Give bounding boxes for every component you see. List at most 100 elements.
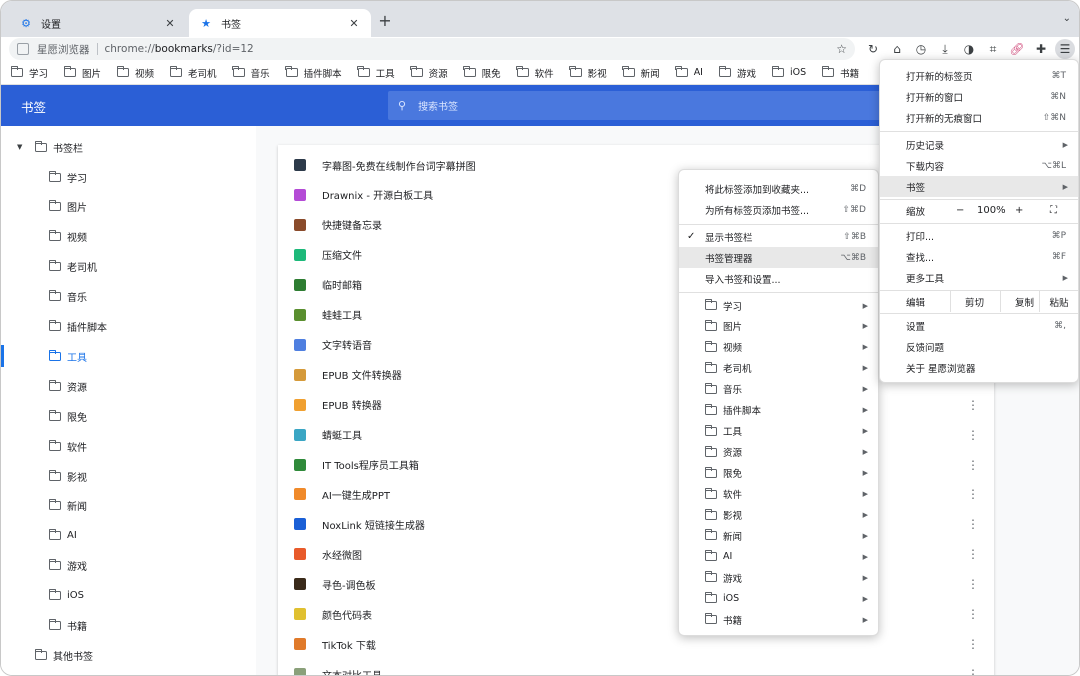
tree-folder[interactable]: iOS	[48, 585, 84, 607]
zoom-in-button[interactable]: +	[1015, 205, 1023, 216]
download-icon[interactable]: ⤓	[933, 39, 957, 59]
submenu-folder-item[interactable]: 书籍 ▶	[679, 609, 878, 630]
theme-icon[interactable]: ◑	[957, 39, 981, 59]
tree-folder[interactable]: 新闻	[48, 495, 87, 517]
more-actions-icon[interactable]: ⋮	[966, 548, 980, 560]
bookmark-row[interactable]: 水经微图 ⋮	[278, 539, 994, 569]
tree-folder[interactable]: 学习	[48, 166, 87, 188]
bookmark-bar-folder[interactable]: 软件	[516, 66, 554, 80]
feedback-item[interactable]: 反馈问题	[880, 336, 1078, 357]
tree-folder[interactable]: 工具	[48, 345, 87, 367]
bookmark-bar-folder[interactable]: 游戏	[718, 66, 756, 80]
bookmark-bar-folder[interactable]: 限免	[463, 66, 501, 80]
tree-folder[interactable]: 插件脚本	[48, 316, 107, 338]
submenu-folder-item[interactable]: 图片 ▶	[679, 316, 878, 337]
bookmark-star-icon[interactable]: ☆	[836, 42, 847, 56]
settings-item[interactable]: 设置 ⌘,	[880, 315, 1078, 336]
bookmark-row[interactable]: IT Tools程序员工具箱 ⋮	[278, 450, 994, 480]
tree-other-bookmarks[interactable]: 其他书签	[34, 644, 93, 666]
bookmark-row[interactable]: NoxLink 短链接生成器 ⋮	[278, 509, 994, 539]
tree-folder[interactable]: 游戏	[48, 555, 87, 577]
downloads-item[interactable]: 下载内容 ⌥⌘L	[880, 155, 1078, 176]
fullscreen-icon[interactable]: ⛶	[1050, 205, 1057, 216]
submenu-folder-item[interactable]: 资源 ▶	[679, 442, 878, 463]
bookmark-row[interactable]: 文本对比工具 ⋮	[278, 659, 994, 675]
submenu-folder-item[interactable]: 学习 ▶	[679, 295, 878, 316]
bookmark-bar-folder[interactable]: 工具	[357, 66, 395, 80]
more-actions-icon[interactable]: ⋮	[966, 459, 980, 471]
tree-folder[interactable]: 书籍	[48, 615, 87, 637]
submenu-folder-item[interactable]: 游戏 ▶	[679, 567, 878, 588]
bookmark-row[interactable]: 颜色代码表 ⋮	[278, 599, 994, 629]
paste-button[interactable]: 粘贴	[1039, 291, 1078, 312]
cut-button[interactable]: 剪切	[950, 291, 998, 312]
bookmark-row[interactable]: 蜻蜓工具 ⋮	[278, 420, 994, 450]
bookmark-bar-folder[interactable]: 学习	[10, 66, 48, 80]
find-item[interactable]: 查找... ⌘F	[880, 246, 1078, 267]
bookmark-manager-item[interactable]: 书签管理器 ⌥⌘B	[679, 247, 878, 268]
show-bookmarks-bar-item[interactable]: ✓ 显示书签栏 ⇧⌘B	[679, 226, 878, 247]
new-window-item[interactable]: 打开新的窗口 ⌘N	[880, 86, 1078, 107]
tree-folder[interactable]: 图片	[48, 196, 87, 218]
close-icon[interactable]: ✕	[347, 17, 361, 30]
home-icon[interactable]: ⌂	[885, 39, 909, 59]
close-icon[interactable]: ✕	[163, 17, 177, 30]
more-actions-icon[interactable]: ⋮	[966, 518, 980, 530]
caret-down-icon[interactable]: ▼	[17, 143, 27, 151]
link-icon[interactable]: 🔗︎	[1005, 39, 1029, 59]
menu-icon[interactable]: ☰	[1055, 39, 1075, 59]
bookmark-all-tabs-item[interactable]: 为所有标签页添加书签... ⇧⌘D	[679, 199, 878, 220]
bookmark-bar-folder[interactable]: 书籍	[821, 66, 859, 80]
tree-folder[interactable]: 限免	[48, 405, 87, 427]
tree-root-bookmarks-bar[interactable]: ▼ 书签栏	[17, 136, 83, 158]
tab-bookmarks[interactable]: ★ 书签 ✕	[189, 9, 371, 37]
tree-folder[interactable]: 音乐	[48, 286, 87, 308]
bookmark-row[interactable]: EPUB 转换器 ⋮	[278, 390, 994, 420]
bookmark-bar-folder[interactable]: 新闻	[622, 66, 660, 80]
bookmark-bar-folder[interactable]: 资源	[410, 66, 448, 80]
tree-folder[interactable]: 老司机	[48, 256, 97, 278]
submenu-folder-item[interactable]: 影视 ▶	[679, 505, 878, 526]
history-icon[interactable]: ◷	[909, 39, 933, 59]
tree-folder[interactable]: AI	[48, 525, 77, 547]
extensions-icon[interactable]: ✚	[1029, 39, 1053, 59]
submenu-folder-item[interactable]: 视频 ▶	[679, 337, 878, 358]
bookmark-bar-folder[interactable]: 音乐	[232, 66, 270, 80]
search-input[interactable]: ⚲ 搜索书签	[388, 91, 888, 120]
more-actions-icon[interactable]: ⋮	[966, 668, 980, 675]
more-actions-icon[interactable]: ⋮	[966, 608, 980, 620]
submenu-folder-item[interactable]: 软件 ▶	[679, 484, 878, 505]
tab-settings[interactable]: ⚙ 设置 ✕	[9, 9, 187, 37]
submenu-folder-item[interactable]: AI ▶	[679, 546, 878, 567]
more-actions-icon[interactable]: ⋮	[966, 488, 980, 500]
zoom-out-button[interactable]: −	[956, 205, 964, 216]
more-tools-item[interactable]: 更多工具 ▶	[880, 267, 1078, 288]
more-actions-icon[interactable]: ⋮	[966, 399, 980, 411]
more-actions-icon[interactable]: ⋮	[966, 429, 980, 441]
add-bookmark-item[interactable]: 将此标签添加到收藏夹... ⌘D	[679, 178, 878, 199]
submenu-folder-item[interactable]: 工具 ▶	[679, 421, 878, 442]
import-bookmarks-item[interactable]: 导入书签和设置...	[679, 268, 878, 289]
history-item[interactable]: 历史记录 ▶	[880, 134, 1078, 155]
chevron-down-icon[interactable]: ⌄	[1063, 13, 1071, 24]
new-tab-button[interactable]: +	[375, 11, 395, 31]
tree-folder[interactable]: 视频	[48, 226, 87, 248]
submenu-folder-item[interactable]: 插件脚本 ▶	[679, 400, 878, 421]
address-bar[interactable]: 星愿浏览器 chrome:// bookmarks /?id=12 ☆	[9, 38, 855, 60]
tree-folder[interactable]: 软件	[48, 435, 87, 457]
bookmark-row[interactable]: TikTok 下载 ⋮	[278, 629, 994, 659]
bookmark-row[interactable]: 寻色-调色板 ⋮	[278, 569, 994, 599]
tree-folder[interactable]: 资源	[48, 375, 87, 397]
submenu-folder-item[interactable]: 新闻 ▶	[679, 525, 878, 546]
bookmark-bar-folder[interactable]: AI	[675, 66, 703, 78]
bookmark-bar-folder[interactable]: 视频	[116, 66, 154, 80]
submenu-folder-item[interactable]: iOS ▶	[679, 588, 878, 609]
tree-folder[interactable]: 影视	[48, 465, 87, 487]
crop-icon[interactable]: ⌗	[981, 39, 1005, 59]
bookmark-bar-folder[interactable]: 插件脚本	[285, 66, 342, 80]
about-item[interactable]: 关于 星愿浏览器	[880, 357, 1078, 378]
print-item[interactable]: 打印... ⌘P	[880, 225, 1078, 246]
bookmark-bar-folder[interactable]: iOS	[771, 66, 806, 78]
bookmark-row[interactable]: AI一键生成PPT ⋮	[278, 479, 994, 509]
bookmark-bar-folder[interactable]: 影视	[569, 66, 607, 80]
